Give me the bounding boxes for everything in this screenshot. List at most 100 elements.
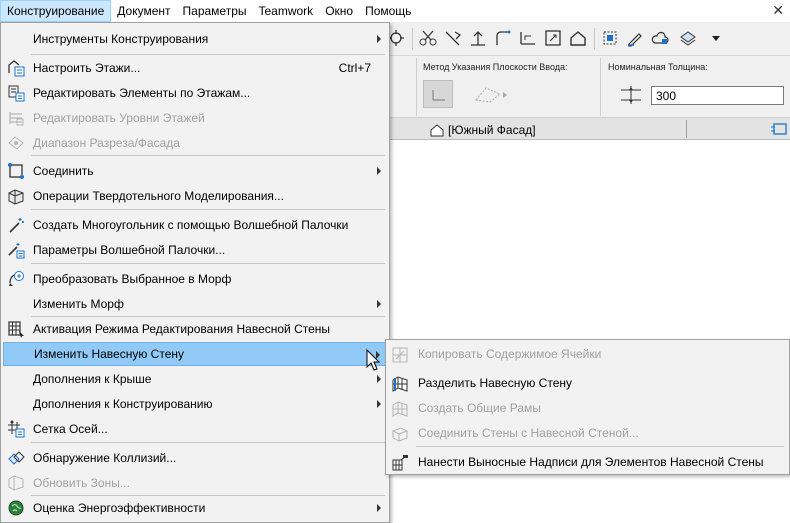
thickness-label: Номинальная Толщина: [608,62,708,72]
submenu-item-label: Соединить Стены с Навесной Стеной... [418,426,639,440]
submenu-item-label: Разделить Навесную Стену [418,376,572,390]
offset-icon[interactable] [518,28,538,48]
solid-ops-icon [7,187,25,205]
menu-item-design-tools[interactable]: Инструменты Конструирования [3,27,387,51]
menu-item-label: Преобразовать Выбранное в Морф [33,272,232,286]
menubar-item-teamwork[interactable]: Teamwork [253,0,320,22]
tab-south-elevation[interactable]: [Южный Фасад] [427,120,686,139]
menu-item-label: Соединить [33,164,94,178]
mouse-pointer-icon [366,349,380,371]
menu-item-section-range[interactable]: Диапазон Разреза/Фасада [3,131,387,155]
submenu-arrow-icon [377,375,381,383]
close-icon[interactable]: ✕ [772,2,784,19]
menu-item-curtain-wall-edit-mode[interactable]: Активация Режима Редактирования Навесной… [3,317,387,341]
plane-slanted-icon[interactable] [472,82,510,106]
menu-item-edit-by-story[interactable]: Редактировать Элементы по Этажам... [3,81,387,105]
menu-item-label: Изменить Морф [33,297,124,311]
menu-item-magic-wand-settings[interactable]: Параметры Волшебной Палочки... [3,238,387,262]
design-menu: Инструменты Конструирования Настроить Эт… [0,22,390,523]
split-cw-icon [391,375,409,393]
submenu-item-label: Нанести Выносные Надписи для Элементов Н… [418,455,764,469]
elevate-icon[interactable] [468,28,488,48]
group-icon[interactable] [600,28,620,48]
navigator-icon[interactable] [770,121,788,137]
adjust-icon[interactable] [443,28,463,48]
scissors-icon[interactable] [418,28,438,48]
submenu-arrow-icon [377,167,381,175]
menu-item-grid-system[interactable]: Сетка Осей... [3,417,387,441]
menu-item-shortcut: Ctrl+7 [338,61,371,75]
menu-item-label: Изменить Навесную Стену [34,347,185,361]
menu-item-story-settings[interactable]: Настроить Этажи... Ctrl+7 [3,56,387,80]
thickness-icon [618,84,644,106]
plane-method-button[interactable] [423,80,453,108]
menu-item-story-levels[interactable]: Редактировать Уровни Этажей [3,106,387,130]
menu-item-label: Инструменты Конструирования [33,32,209,46]
story-levels-icon [7,109,25,127]
menu-item-solid-operations[interactable]: Операции Твердотельного Моделирования... [3,184,387,208]
stories-icon [7,59,25,77]
magic-wand-icon [7,216,25,234]
cloud-icon[interactable] [650,28,670,48]
menu-item-modify-morph[interactable]: Изменить Морф [3,292,387,316]
menu-item-label: Обнаружение Коллизий... [33,451,177,465]
menubar-item-document[interactable]: Документ [111,0,176,22]
plane-method-label: Метод Указания Плоскости Ввода: [423,62,568,72]
infobox-divider [416,58,417,116]
menu-item-energy-evaluation[interactable]: Оценка Энергоэффективности [3,496,387,520]
menubar-item-design[interactable]: Конструирование [0,0,112,22]
fillet-icon[interactable] [493,28,513,48]
menubar-item-options[interactable]: Параметры [177,0,253,22]
modify-curtain-wall-submenu: Копировать Содержимое Ячейки Разделить Н… [385,339,790,475]
collision-icon [7,449,25,467]
menu-item-collision-detection[interactable]: Обнаружение Коллизий... [3,446,387,470]
menu-separator [31,155,385,156]
plane-vertical-icon [432,90,445,101]
thickness-input[interactable] [651,86,784,105]
common-frames-icon [391,400,409,418]
menu-item-update-zones[interactable]: Обновить Зоны... [3,471,387,495]
menu-item-label: Сетка Осей... [33,422,108,436]
menu-item-convert-to-morph[interactable]: Преобразовать Выбранное в Морф [3,267,387,291]
menu-item-label: Оценка Энергоэффективности [33,501,206,515]
submenu-item-join-walls[interactable]: Соединить Стены с Навесной Стеной... [388,421,787,445]
toolbar-separator [412,28,413,50]
magic-wand-settings-icon [7,241,25,259]
submenu-item-common-frames[interactable]: Создать Общие Рамы [388,396,787,420]
menu-item-design-extras[interactable]: Дополнения к Конструированию [3,392,387,416]
tab-separator [686,120,687,138]
menu-item-roof-extras[interactable]: Дополнения к Крыше [3,367,387,391]
submenu-item-split-curtain-wall[interactable]: Разделить Навесную Стену [388,371,787,395]
menu-separator [31,263,385,264]
copy-cell-icon [391,346,409,364]
submenu-item-copy-cell-content[interactable]: Копировать Содержимое Ячейки [388,342,787,366]
connect-icon [7,162,25,180]
menubar-item-window[interactable]: Окно [319,0,359,22]
zones-icon [7,474,25,492]
submenu-arrow-icon [377,504,381,512]
menu-item-label: Обновить Зоны... [33,476,130,490]
menu-item-label: Операции Твердотельного Моделирования... [33,189,284,203]
menu-item-modify-curtain-wall[interactable]: Изменить Навесную Стену [3,342,387,366]
labels-icon [391,454,409,472]
menu-item-label: Создать Многоугольник с помощью Волшебно… [33,218,349,232]
chevron-down-icon[interactable] [706,28,726,48]
curtain-wall-edit-icon [7,320,25,338]
menu-item-connect[interactable]: Соединить [3,159,387,183]
menu-item-magic-wand-polygon[interactable]: Создать Многоугольник с помощью Волшебно… [3,213,387,237]
menu-item-label: Дополнения к Конструированию [33,397,213,411]
pen-brush-icon[interactable] [625,28,645,48]
menu-separator [31,442,385,443]
submenu-item-label: Копировать Содержимое Ячейки [418,347,602,361]
tab-label: [Южный Фасад] [448,122,536,137]
submenu-arrow-icon [377,35,381,43]
menubar-item-help[interactable]: Помощь [359,0,417,22]
menu-item-label: Параметры Волшебной Палочки... [33,243,226,257]
menu-item-label: Диапазон Разреза/Фасада [33,136,180,150]
submenu-separator [416,446,784,447]
layer-combo-icon[interactable] [678,28,698,48]
resize-icon[interactable] [543,28,563,48]
house-icon[interactable] [568,28,588,48]
standard-toolbar [388,22,790,56]
submenu-item-place-labels[interactable]: Нанести Выносные Надписи для Элементов Н… [388,450,787,474]
